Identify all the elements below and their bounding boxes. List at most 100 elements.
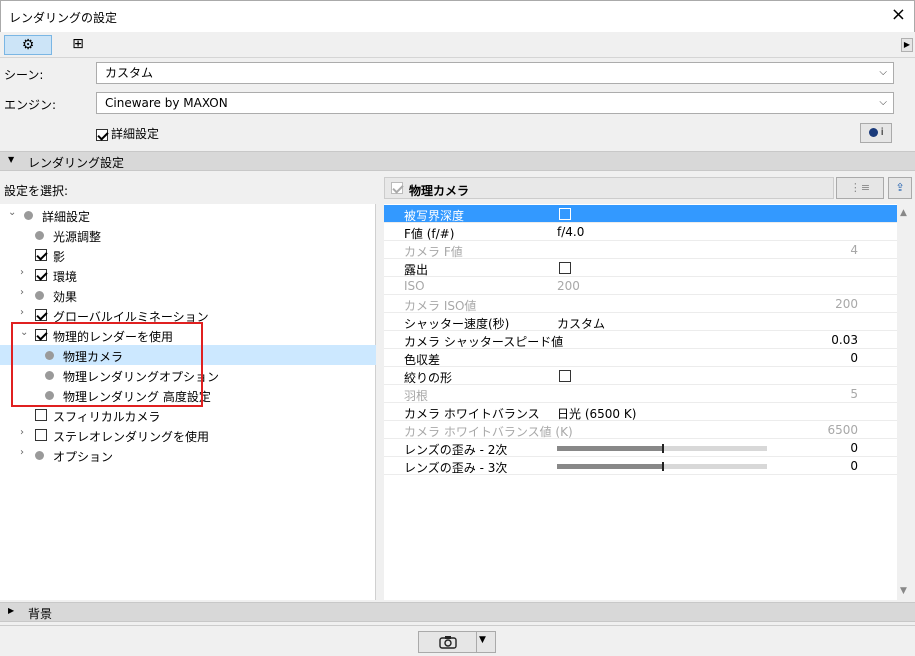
expand-right-icon[interactable]: ▶ (901, 38, 913, 52)
slider-fill (557, 464, 662, 469)
tree-item[interactable]: › 環境 (0, 265, 376, 285)
tree-item[interactable]: 物理カメラ (0, 345, 376, 365)
tree-item[interactable]: 物理レンダリングオプション (0, 365, 376, 385)
property-row[interactable]: 色収差 0 (384, 349, 897, 367)
property-name: シャッター速度(秒) (404, 317, 510, 331)
chevron-right-icon[interactable]: › (20, 447, 24, 458)
property-value[interactable]: 6500 (827, 423, 858, 437)
chevron-right-icon[interactable]: › (20, 307, 24, 318)
background-section[interactable]: ▶ 背景 (0, 602, 915, 622)
property-checkbox[interactable] (559, 262, 571, 274)
property-value[interactable]: 5 (850, 387, 858, 401)
property-name: ISO (404, 279, 425, 293)
property-value[interactable]: 0.03 (831, 333, 858, 347)
slider-handle[interactable] (662, 462, 664, 471)
property-row[interactable]: 羽根 5 (384, 385, 897, 403)
grid-tab-icon[interactable]: ⊞ (54, 35, 102, 55)
tree-checkbox[interactable] (35, 329, 47, 341)
property-value[interactable]: 日光 (6500 K) (557, 405, 636, 422)
export-button[interactable]: ⇪ (888, 177, 912, 199)
property-value[interactable]: f/4.0 (557, 225, 584, 239)
property-value[interactable]: 4 (850, 243, 858, 257)
panel-header: 物理カメラ (384, 177, 834, 199)
property-row[interactable]: レンズの歪み - 2次 0 (384, 439, 897, 457)
detail-settings-checkbox[interactable] (96, 128, 108, 141)
property-row[interactable]: ISO 200 (384, 277, 897, 295)
property-value[interactable]: 0 (850, 351, 858, 365)
tree-item-label: 環境 (53, 270, 78, 284)
property-row[interactable]: レンズの歪み - 3次 0 (384, 457, 897, 475)
property-value[interactable]: 200 (835, 297, 858, 311)
engine-value: Cineware by MAXON (105, 96, 228, 110)
section-label: レンダリング設定 (28, 156, 125, 170)
slider-handle[interactable] (662, 444, 664, 453)
property-slider[interactable] (557, 462, 767, 471)
chevron-down-icon: ⌵ (879, 97, 887, 108)
tree-checkbox[interactable] (35, 269, 47, 281)
chevron-right-icon[interactable]: › (20, 267, 24, 278)
bottom-bar: ▼ (0, 625, 915, 656)
list-options-button[interactable]: ⋮≡ (836, 177, 884, 199)
render-settings-section[interactable]: ▼ レンダリング設定 (0, 151, 915, 171)
property-row[interactable]: カメラ ISO値 200 (384, 295, 897, 313)
property-checkbox[interactable] (559, 208, 571, 220)
property-value[interactable]: 0 (850, 459, 858, 473)
property-name: 色収差 (404, 353, 441, 367)
engine-dropdown[interactable]: Cineware by MAXON ⌵ (96, 92, 894, 114)
detail-settings-toggle[interactable]: 詳細設定 (96, 125, 159, 142)
status-dot-icon (45, 371, 54, 380)
render-button[interactable]: ▼ (418, 631, 496, 653)
close-icon[interactable]: × (891, 5, 906, 25)
chevron-right-icon[interactable]: › (20, 427, 24, 438)
chevron-down-icon[interactable]: ⌄ (8, 207, 16, 218)
settings-tree: ⌄ 詳細設定 光源調整影 › 環境 › 効果 › グローバルイルミネーション ⌄ 物理的レンダーを使… (0, 204, 376, 600)
property-row[interactable]: F値 (f/#) f/4.0 (384, 223, 897, 241)
property-row[interactable]: カメラ シャッタースピード値 0.03 (384, 331, 897, 349)
property-name: カメラ ホワイトバランス値 (K) (404, 425, 573, 439)
tree-item-label: 詳細設定 (42, 210, 91, 224)
property-checkbox[interactable] (559, 370, 571, 382)
tree-checkbox[interactable] (35, 249, 47, 261)
property-row[interactable]: 被写界深度 (384, 205, 897, 223)
property-name: カメラ シャッタースピード値 (404, 335, 564, 349)
property-row[interactable]: カメラ ホワイトバランス値 (K) 6500 (384, 421, 897, 439)
chevron-down-icon[interactable]: ⌄ (20, 327, 28, 338)
property-row[interactable]: カメラ ホワイトバランス 日光 (6500 K) (384, 403, 897, 421)
tree-item[interactable]: 影 (0, 245, 376, 265)
property-value[interactable]: 200 (557, 279, 580, 293)
scroll-up-icon[interactable]: ▲ (900, 208, 907, 218)
property-row[interactable]: 絞りの形 (384, 367, 897, 385)
tree-item[interactable]: › グローバルイルミネーション (0, 305, 376, 325)
tree-item-label: 影 (53, 250, 66, 264)
scroll-down-icon[interactable]: ▼ (900, 586, 907, 596)
cinema4d-info-button[interactable]: i (860, 123, 892, 143)
property-value[interactable]: カスタム (557, 315, 605, 332)
status-dot-icon (24, 211, 33, 220)
property-row[interactable]: カメラ F値 4 (384, 241, 897, 259)
tree-item[interactable]: 物理レンダリング 高度設定 (0, 385, 376, 405)
tree-item[interactable]: › オプション (0, 445, 376, 465)
tree-item-label: 物理カメラ (63, 350, 124, 364)
settings-tab-icon[interactable]: ⚙ (4, 35, 52, 55)
tree-item[interactable]: ⌄ 詳細設定 (0, 205, 376, 225)
camera-icon[interactable] (419, 632, 477, 652)
property-name: カメラ ISO値 (404, 299, 477, 313)
tree-item[interactable]: スフィリカルカメラ (0, 405, 376, 425)
tree-checkbox[interactable] (35, 409, 47, 421)
tree-item[interactable]: › ステレオレンダリングを使用 (0, 425, 376, 445)
tree-item[interactable]: ⌄ 物理的レンダーを使用 (0, 325, 376, 345)
tree-item[interactable]: 光源調整 (0, 225, 376, 245)
property-value[interactable]: 0 (850, 441, 858, 455)
chevron-right-icon[interactable]: › (20, 287, 24, 298)
scrollbar[interactable]: ▲ ▼ (897, 204, 913, 600)
panel-checkbox[interactable] (391, 182, 403, 194)
caret-down-icon[interactable]: ▼ (479, 635, 486, 645)
property-slider[interactable] (557, 444, 767, 453)
tree-checkbox[interactable] (35, 309, 47, 321)
property-row[interactable]: シャッター速度(秒) カスタム (384, 313, 897, 331)
property-row[interactable]: 露出 (384, 259, 897, 277)
tree-checkbox[interactable] (35, 429, 47, 441)
tree-item[interactable]: › 効果 (0, 285, 376, 305)
status-dot-icon (45, 391, 54, 400)
scene-dropdown[interactable]: カスタム ⌵ (96, 62, 894, 84)
